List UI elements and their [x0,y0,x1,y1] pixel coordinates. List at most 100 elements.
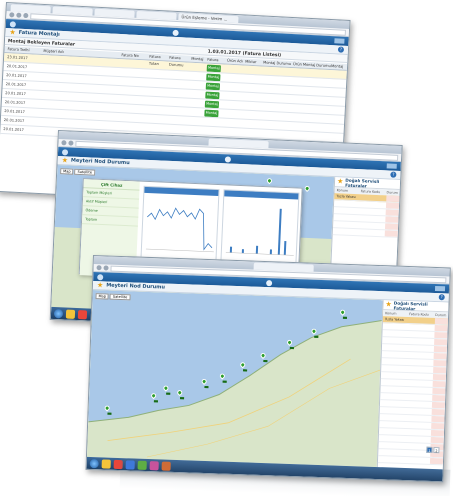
panel-cell [360,208,386,215]
panel-cell [431,408,445,416]
folder-icon[interactable] [101,458,111,469]
panel-row[interactable] [332,228,398,238]
panel-cell [407,380,433,387]
column-header[interactable]: Ürün Montaj Durumu [293,61,332,77]
panel-cell [434,338,448,346]
reload-icon[interactable] [23,12,29,19]
back-icon[interactable] [96,265,102,271]
help-icon[interactable]: ? [438,294,445,301]
panel-cell [380,449,404,456]
panel-cell [432,387,446,395]
back-icon[interactable] [61,140,67,146]
user-menu[interactable] [334,38,345,44]
panel-cell [382,400,406,407]
table-cell: 20.01.2017 [3,127,25,133]
user-menu[interactable] [434,285,446,292]
map-marker-label[interactable] [263,360,268,363]
stat-label: Ödeme [85,208,98,213]
panel-cell [407,373,433,380]
start-button[interactable] [53,308,64,318]
panel-cell [383,379,407,386]
map-marker-label[interactable] [166,392,171,395]
assemble-button[interactable]: Montaj [204,109,219,118]
column-header[interactable]: Montaj [331,63,350,78]
column-header[interactable]: Ürün Adı [227,58,246,73]
panel-cell [406,387,432,394]
stat-row: Toplam [81,215,139,227]
page-title: Meyteri Nod Durumu [70,157,130,167]
map-marker-label[interactable] [314,335,319,338]
chart-axis [225,252,294,256]
panel-cell [383,365,407,372]
map-tab[interactable]: Map [60,168,74,175]
panel-cell [384,351,408,358]
map-marker-label[interactable] [107,412,112,415]
help-icon[interactable]: ? [337,46,345,53]
panel-cell [433,345,448,353]
panel-table-body: Tuzla Yakası [332,193,400,238]
home-icon[interactable] [171,29,179,36]
panel-cell [431,415,445,423]
page-button[interactable]: 2 [433,447,440,454]
panel-cell [431,401,446,409]
star-icon: ★ [9,27,16,37]
chart-bar [283,240,287,256]
panel-cell [429,457,444,465]
map-marker-label[interactable] [222,380,227,383]
map-view[interactable]: Map Satellite [86,290,383,468]
browser-icon[interactable] [77,309,88,319]
panel-cell [359,222,385,229]
panel-cell [360,201,386,208]
map-marker-label[interactable] [153,400,158,403]
panel-cell [406,394,432,401]
map-marker-label[interactable] [342,316,347,319]
column-header[interactable]: Montaj Durumu [263,60,294,76]
panel-cell [381,414,405,421]
assemble-button[interactable]: Montaj [204,100,220,109]
forward-icon[interactable] [16,12,22,18]
panel-cell [384,223,399,230]
side-panel: ★ Doğalı Servisli Faturalar Konum Fatura… [376,300,449,470]
help-icon[interactable]: ? [390,171,397,178]
panel-cell [336,207,360,214]
panel-cell [431,422,445,430]
panel-cell [432,380,446,388]
page-button[interactable]: 1 [426,446,433,453]
satellite-tab[interactable]: Satellite [109,293,131,301]
chart-bar [277,208,282,255]
panel-cell [406,408,432,415]
map-marker-label[interactable] [243,369,248,372]
panel-cell [381,421,405,428]
panel-cell [433,366,447,374]
star-icon: ★ [61,155,69,164]
home-icon[interactable] [266,279,273,286]
back-icon[interactable] [9,12,15,18]
assemble-button[interactable]: Montaj [205,91,220,100]
panel-cell [407,359,433,366]
map-marker-label[interactable] [180,397,185,400]
assemble-button[interactable]: Montaj [205,82,221,91]
user-menu[interactable] [386,163,397,169]
panel-cell [382,393,406,400]
map-marker-label[interactable] [289,346,294,350]
panel-row[interactable] [377,456,444,466]
map-marker-label[interactable] [204,385,209,389]
app-logo-icon [97,273,104,280]
panel-cell [381,435,405,442]
app-logo-icon [9,20,17,28]
forward-icon[interactable] [68,140,74,146]
folder-icon[interactable] [65,309,76,319]
forward-icon[interactable] [103,265,109,271]
satellite-tab[interactable]: Satellite [74,168,96,176]
node-status-screenshot-map: ★ Meyteri Nod Durumu ? Map Satellite ★ D… [85,255,451,483]
app-logo-icon [61,148,69,155]
column-header[interactable]: Miktar [245,59,264,74]
bar-chart [225,208,294,256]
start-button[interactable] [89,458,99,468]
home-icon[interactable] [224,155,231,163]
panel-cell [433,359,447,367]
assemble-button[interactable]: Montaj [206,64,221,73]
assemble-button[interactable]: Montaj [206,73,221,82]
panel-cell [336,200,360,207]
map-tab[interactable]: Map [95,293,110,300]
